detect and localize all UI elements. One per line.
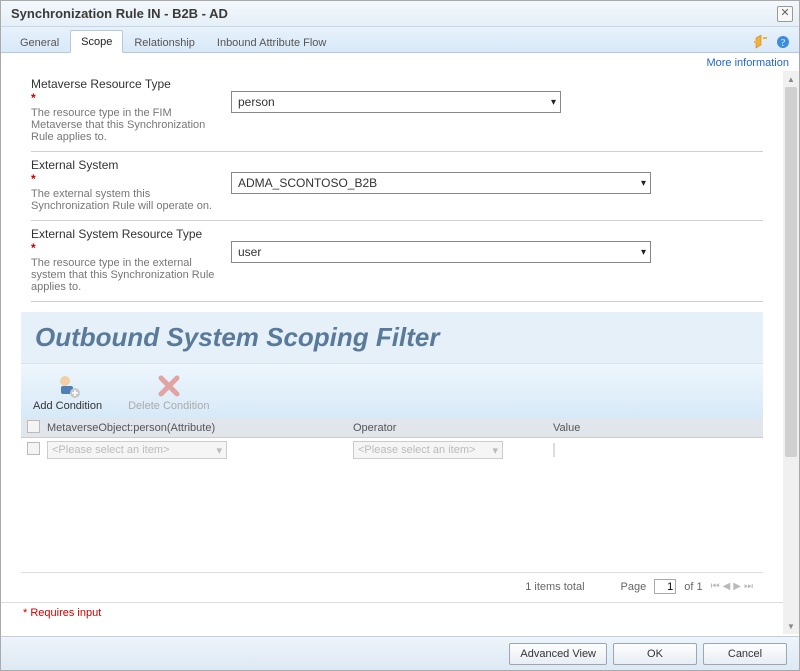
col-attribute: MetaverseObject:person(Attribute) (43, 422, 353, 434)
pager-total: 1 items total (525, 581, 584, 593)
close-button[interactable]: ✕ (777, 6, 793, 22)
chevron-down-icon: ▾ (492, 444, 498, 457)
pager: 1 items total Page of 1 ⏮ ◀ ▶ ⏭ (21, 572, 763, 600)
select-placeholder: <Please select an item> (358, 444, 475, 456)
advanced-view-button[interactable]: Advanced View (509, 643, 607, 665)
close-icon: ✕ (780, 8, 789, 19)
info-row: More information (1, 53, 799, 71)
value-input[interactable] (553, 443, 555, 457)
delete-condition-icon (156, 372, 182, 400)
required-marker: * (31, 91, 221, 105)
select-all-checkbox[interactable] (27, 420, 40, 433)
pager-page-label: Page (621, 581, 647, 593)
help-icon[interactable]: ? (775, 34, 791, 50)
field-desc: The resource type in the external system… (31, 257, 221, 293)
favorite-icon[interactable] (753, 34, 769, 50)
tool-label: Add Condition (33, 400, 102, 412)
pager-page-input[interactable] (654, 579, 676, 594)
content-area: Metaverse Resource Type * The resource t… (1, 71, 783, 634)
tool-label: Delete Condition (128, 400, 209, 412)
add-condition-button[interactable]: Add Condition (29, 370, 106, 414)
chevron-down-icon: ▾ (641, 178, 646, 189)
col-value: Value (553, 422, 763, 434)
external-system-select[interactable]: ADMA_SCONTOSO_B2B ▾ (231, 172, 651, 194)
chevron-down-icon: ▾ (551, 97, 556, 108)
more-info-link[interactable]: More information (706, 57, 789, 69)
field-external-system: External System * The external system th… (31, 152, 763, 221)
delete-condition-button: Delete Condition (124, 370, 213, 414)
field-metaverse-type: Metaverse Resource Type * The resource t… (31, 71, 763, 152)
select-value: ADMA_SCONTOSO_B2B (238, 176, 377, 190)
field-label: External System (31, 158, 221, 172)
title-bar: Synchronization Rule IN - B2B - AD ✕ (1, 1, 799, 27)
svg-text:?: ? (781, 38, 786, 49)
field-desc: The external system this Synchronization… (31, 188, 221, 212)
tab-scope[interactable]: Scope (70, 30, 123, 53)
window-title: Synchronization Rule IN - B2B - AD (11, 6, 228, 21)
chevron-down-icon: ▾ (641, 247, 646, 258)
pager-of-label: of 1 (684, 581, 702, 593)
select-value: person (238, 95, 275, 109)
chevron-down-icon: ▾ (216, 444, 222, 457)
field-label: Metaverse Resource Type (31, 77, 221, 91)
tab-relationship[interactable]: Relationship (123, 31, 206, 53)
attribute-select[interactable]: <Please select an item> ▾ (47, 441, 227, 459)
cancel-button[interactable]: Cancel (703, 643, 787, 665)
select-placeholder: <Please select an item> (52, 444, 169, 456)
add-condition-icon (55, 372, 81, 400)
ok-button[interactable]: OK (613, 643, 697, 665)
requires-input-note: * Requires input (1, 602, 783, 619)
section-title: Outbound System Scoping Filter (35, 322, 749, 353)
scroll-thumb[interactable] (785, 87, 797, 457)
external-type-select[interactable]: user ▾ (231, 241, 651, 263)
tabs-row: General Scope Relationship Inbound Attri… (1, 27, 799, 53)
field-desc: The resource type in the FIM Metaverse t… (31, 107, 221, 143)
scoping-filter-section: Outbound System Scoping Filter Add Condi… (21, 312, 763, 462)
required-marker: * (31, 241, 221, 255)
pager-first-icon[interactable]: ⏮ (711, 581, 720, 592)
metaverse-type-select[interactable]: person ▾ (231, 91, 561, 113)
pager-prev-icon[interactable]: ◀ (723, 581, 731, 592)
section-header: Outbound System Scoping Filter (21, 312, 763, 364)
grid-header: MetaverseObject:person(Attribute) Operat… (21, 418, 763, 438)
col-operator: Operator (353, 422, 553, 434)
row-checkbox[interactable] (27, 442, 40, 455)
vertical-scrollbar[interactable]: ▲ ▼ (783, 71, 799, 634)
scroll-down-icon[interactable]: ▼ (783, 618, 799, 634)
button-bar: Advanced View OK Cancel (1, 636, 799, 670)
scroll-up-icon[interactable]: ▲ (783, 71, 799, 87)
required-marker: * (31, 172, 221, 186)
tab-inbound-flow[interactable]: Inbound Attribute Flow (206, 31, 337, 53)
field-external-type: External System Resource Type * The reso… (31, 221, 763, 302)
field-label: External System Resource Type (31, 227, 221, 241)
section-toolbar: Add Condition Delete Condition (21, 364, 763, 418)
table-row: <Please select an item> ▾ <Please select… (21, 438, 763, 462)
select-value: user (238, 245, 261, 259)
tab-general[interactable]: General (9, 31, 70, 53)
operator-select[interactable]: <Please select an item> ▾ (353, 441, 503, 459)
pager-next-icon[interactable]: ▶ (733, 581, 741, 592)
scroll-track[interactable] (783, 87, 799, 618)
pager-last-icon[interactable]: ⏭ (744, 581, 753, 592)
